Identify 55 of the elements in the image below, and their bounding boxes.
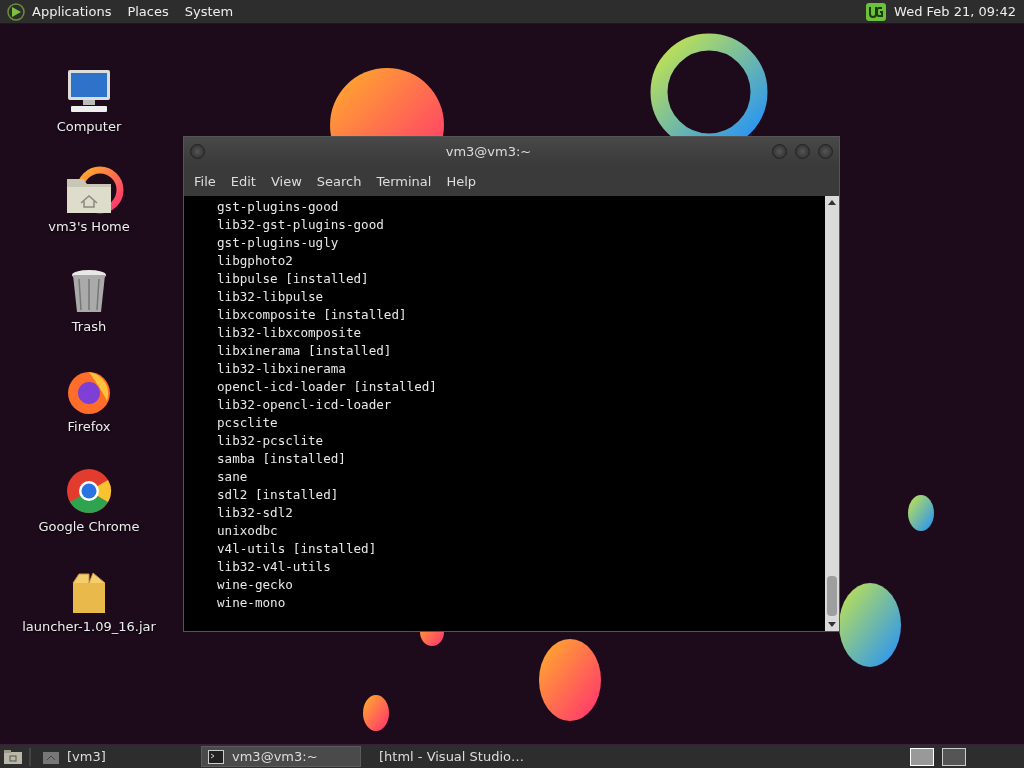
icon-label[interactable]: Firefox (67, 419, 111, 434)
menu-item[interactable]: Edit (230, 173, 256, 189)
trash-icon[interactable] (69, 267, 109, 315)
icon-label[interactable]: Computer (56, 119, 122, 134)
scroll-down-icon[interactable] (828, 622, 836, 628)
terminal-line: lib32-libxinerama (217, 360, 347, 378)
icon-label[interactable]: Google Chrome (38, 519, 140, 534)
chrome-icon[interactable] (65, 467, 113, 515)
terminal-line: sdl2 [installed] (217, 486, 340, 504)
clock[interactable]: Wed Feb 21, 09:42 (894, 4, 1016, 19)
terminal-icon (208, 749, 224, 764)
terminal-line: lib32-pcsclite (217, 432, 325, 450)
menu-item[interactable]: Help (446, 173, 477, 189)
terminal-line: lib32-sdl2 (217, 504, 294, 522)
terminal-line: lib32-opencl-icd-loader (217, 396, 393, 414)
computer-icon[interactable] (65, 67, 113, 115)
scroll-up-icon[interactable] (828, 199, 836, 205)
terminal-line: wine-gecko (217, 576, 294, 594)
terminal-line: samba [installed] (217, 450, 347, 468)
panel-menu[interactable]: Places (127, 4, 169, 19)
terminal-line: sane (217, 468, 249, 486)
icon-label[interactable]: Trash (71, 319, 107, 334)
terminal-line: libxcomposite [installed] (217, 306, 408, 324)
icon-label[interactable]: vm3's Home (48, 219, 130, 234)
terminal-line: libgphoto2 (217, 252, 294, 270)
update-icon[interactable] (866, 2, 887, 21)
menu-item[interactable]: View (270, 173, 302, 189)
window-title: vm3@vm3:~ (444, 144, 533, 159)
terminal-line: gst-plugins-ugly (217, 234, 340, 252)
scrollbar[interactable] (825, 196, 839, 631)
terminal-line: unixodbc (217, 522, 279, 540)
terminal-line: lib32-libxcomposite (217, 324, 363, 342)
taskbar-button[interactable]: [html - Visual Studio… (365, 746, 525, 767)
taskbar-button[interactable]: [vm3] (37, 746, 197, 767)
menu-item[interactable]: File (194, 173, 216, 189)
terminal-line: libpulse [installed] (217, 270, 370, 288)
terminal-line: lib32-libpulse (217, 288, 325, 306)
menu-item[interactable]: Search (316, 173, 362, 189)
logo-icon[interactable] (6, 1, 26, 22)
panel-menu[interactable]: Applications (32, 4, 112, 19)
icon-label[interactable]: launcher-1.09_16.jar (22, 619, 156, 634)
show-desktop-icon[interactable] (3, 748, 23, 765)
terminal-line: libxinerama [installed] (217, 342, 393, 360)
terminal-line: v4l-utils [installed] (217, 540, 378, 558)
terminal-line: pcsclite (217, 414, 279, 432)
panel-menu[interactable]: System (184, 4, 234, 19)
workspace-button[interactable] (942, 747, 966, 766)
menu-item[interactable]: Terminal (376, 173, 432, 189)
scrollbar-thumb[interactable] (827, 576, 837, 616)
terminal-line: lib32-v4l-utils (217, 558, 332, 576)
terminal-line: opencl-icd-loader [installed] (217, 378, 438, 396)
taskbar-button[interactable]: vm3@vm3:~ (201, 746, 361, 767)
terminal-line: lib32-gst-plugins-good (217, 216, 385, 234)
terminal-line: gst-plugins-good (217, 198, 340, 216)
terminal-line: wine-mono (217, 594, 287, 612)
